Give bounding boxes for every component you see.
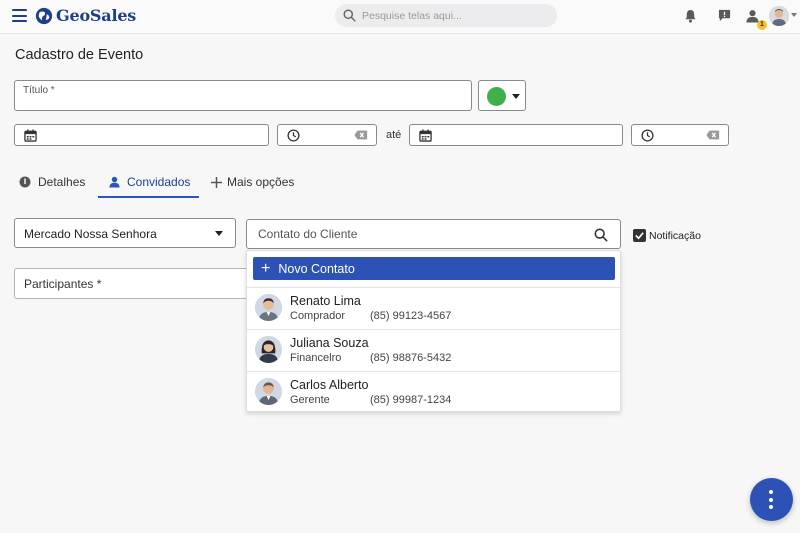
contact-phone: (85) 99987-1234 bbox=[370, 394, 452, 406]
store-select[interactable]: Mercado Nossa Senhora bbox=[14, 218, 236, 248]
tab-more-options-label: Mais opções bbox=[227, 175, 295, 189]
contact-option[interactable]: Renato Lima Comprador (85) 99123-4567 bbox=[247, 287, 620, 329]
notification-checkbox[interactable] bbox=[633, 229, 646, 242]
top-bar: GeoSales 1 bbox=[0, 0, 800, 34]
plus-icon bbox=[211, 176, 222, 188]
feedback-icon[interactable] bbox=[718, 9, 731, 22]
event-color-picker[interactable] bbox=[478, 80, 526, 111]
contact-avatar bbox=[255, 336, 282, 363]
bell-icon[interactable] bbox=[684, 9, 697, 23]
woman-avatar-icon bbox=[255, 336, 282, 363]
calendar-icon bbox=[419, 129, 432, 142]
person-icon bbox=[109, 176, 120, 188]
global-search-input[interactable] bbox=[362, 9, 542, 22]
end-date-field[interactable] bbox=[409, 124, 623, 146]
contact-name: Juliana Souza bbox=[290, 336, 369, 350]
calendar-icon bbox=[24, 129, 37, 142]
dot-icon bbox=[769, 505, 773, 509]
global-search[interactable] bbox=[335, 4, 557, 27]
man-avatar-icon bbox=[255, 378, 282, 405]
tab-details-label: Detalhes bbox=[38, 175, 86, 189]
notification-badge: 1 bbox=[757, 20, 767, 30]
new-contact-button[interactable]: + Novo Contato bbox=[253, 257, 615, 280]
title-field[interactable]: Título * bbox=[14, 80, 472, 111]
contact-name: Renato Lima bbox=[290, 294, 361, 308]
contact-phone: (85) 99123-4567 bbox=[370, 310, 452, 322]
globe-logo-icon bbox=[35, 7, 53, 24]
contact-search-field[interactable] bbox=[246, 219, 621, 249]
participants-label: Participantes * bbox=[24, 277, 102, 291]
tab-details[interactable]: Detalhes bbox=[19, 166, 85, 198]
start-time-field[interactable] bbox=[277, 124, 377, 146]
clock-icon bbox=[287, 129, 300, 142]
info-icon bbox=[19, 176, 31, 188]
dot-icon bbox=[769, 490, 773, 494]
participants-field[interactable]: Participantes * bbox=[14, 268, 248, 299]
store-select-value: Mercado Nossa Senhora bbox=[24, 227, 157, 241]
plus-icon: + bbox=[261, 259, 271, 277]
selected-color-swatch bbox=[487, 87, 506, 106]
tab-guests[interactable]: Convidados bbox=[109, 166, 190, 198]
new-contact-label: Novo Contato bbox=[278, 261, 355, 276]
more-actions-button[interactable] bbox=[750, 478, 793, 521]
tab-more-options[interactable]: Mais opções bbox=[211, 166, 294, 198]
contact-dropdown: + Novo Contato Renato Lima Comprador (85… bbox=[246, 250, 621, 412]
chevron-down-icon bbox=[215, 231, 223, 236]
contact-role: Gerente bbox=[290, 394, 330, 406]
chevron-down-icon bbox=[512, 94, 520, 99]
tab-guests-label: Convidados bbox=[127, 175, 191, 189]
page-title: Cadastro de Evento bbox=[15, 47, 144, 63]
clear-icon[interactable] bbox=[706, 130, 720, 140]
app-logo[interactable]: GeoSales bbox=[35, 6, 136, 25]
search-icon[interactable] bbox=[594, 228, 608, 242]
clear-icon[interactable] bbox=[354, 130, 368, 140]
dot-icon bbox=[769, 497, 773, 502]
contact-option[interactable]: Juliana Souza Financelro (85) 98876-5432 bbox=[247, 329, 620, 371]
contact-avatar bbox=[255, 294, 282, 321]
end-time-field[interactable] bbox=[631, 124, 729, 146]
active-tab-indicator bbox=[98, 196, 199, 198]
start-date-field[interactable] bbox=[14, 124, 269, 146]
title-field-label: Título * bbox=[23, 85, 55, 96]
date-range-separator: até bbox=[386, 129, 402, 141]
menu-icon[interactable] bbox=[12, 9, 27, 22]
user-icon[interactable] bbox=[746, 9, 759, 23]
check-icon bbox=[635, 232, 644, 240]
contact-phone: (85) 98876-5432 bbox=[370, 352, 452, 364]
contact-role: Financelro bbox=[290, 352, 342, 364]
avatar-person-icon bbox=[769, 6, 789, 26]
search-icon bbox=[343, 9, 356, 22]
account-caret-icon[interactable] bbox=[791, 13, 797, 17]
user-avatar[interactable] bbox=[769, 6, 789, 26]
notification-label: Notificação bbox=[649, 230, 701, 242]
contact-avatar bbox=[255, 378, 282, 405]
brand-name: GeoSales bbox=[56, 6, 137, 25]
contact-option[interactable]: Carlos Alberto Gerente (85) 99987-1234 bbox=[247, 371, 620, 413]
clock-icon bbox=[641, 129, 654, 142]
contact-role: Comprador bbox=[290, 310, 346, 322]
man-avatar-icon bbox=[255, 294, 282, 321]
contact-name: Carlos Alberto bbox=[290, 378, 369, 392]
contact-search-input[interactable] bbox=[258, 227, 578, 241]
